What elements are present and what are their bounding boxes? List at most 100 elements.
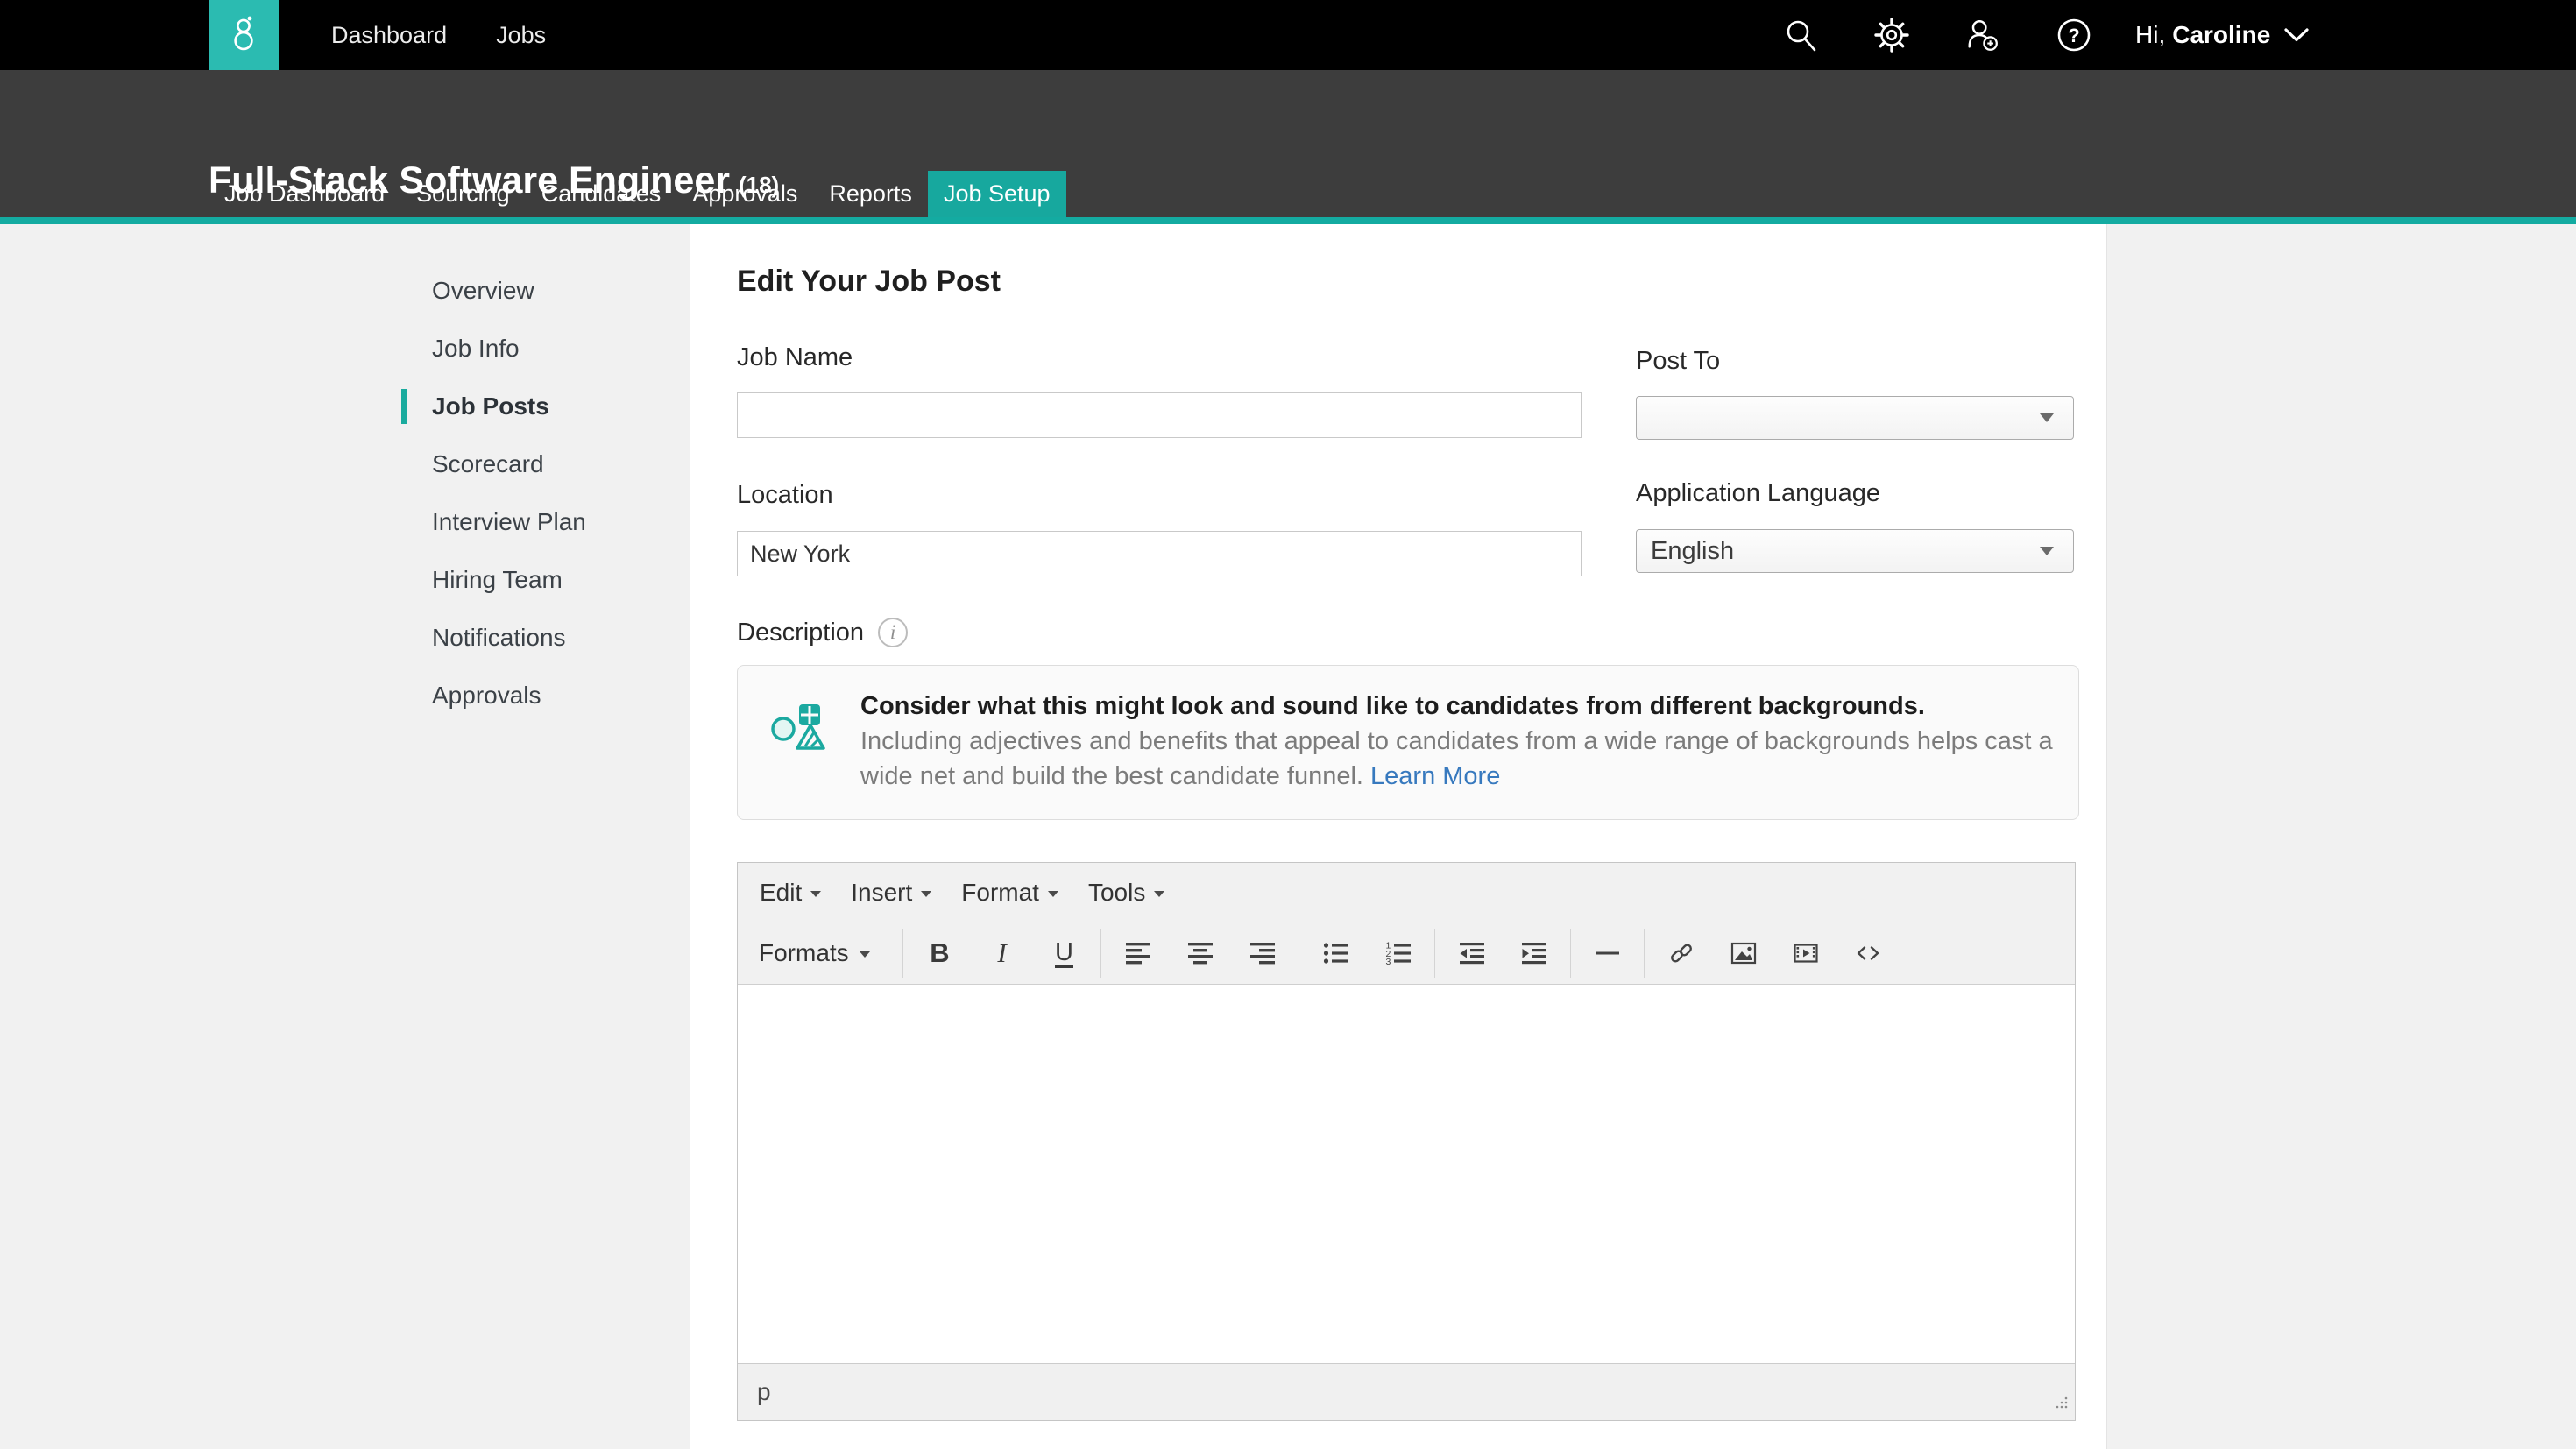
indent-icon (1521, 940, 1547, 966)
media-icon (1793, 940, 1819, 966)
element-path[interactable]: p (738, 1378, 771, 1406)
sidebar-item-job-posts[interactable]: Job Posts (401, 378, 690, 435)
code-button[interactable] (1836, 929, 1899, 978)
job-tabs: Job Dashboard Sourcing Candidates Approv… (209, 171, 1066, 217)
bold-icon: B (930, 937, 949, 969)
top-nav-links: Dashboard Jobs (331, 0, 546, 70)
tip-text: Consider what this might look and sound … (860, 689, 2061, 794)
inclusion-tip-box: Consider what this might look and sound … (737, 665, 2079, 820)
dropdown-caret-icon (2040, 547, 2054, 555)
settings-gear-icon[interactable] (1872, 16, 1911, 54)
location-label: Location (737, 481, 833, 510)
page-content: Overview Job Info Job Posts Scorecard In… (0, 224, 2576, 1449)
top-navigation-bar: Dashboard Jobs (0, 0, 2576, 70)
user-menu[interactable]: Hi, Caroline (2135, 0, 2309, 70)
sidebar-item-approvals[interactable]: Approvals (401, 667, 690, 724)
editor-statusbar: p (738, 1363, 2075, 1420)
code-icon (1855, 940, 1881, 966)
main-panel: Edit Your Job Post Job Name Post To Loca… (690, 224, 2107, 1449)
help-icon[interactable]: ? (2055, 16, 2093, 54)
link-button[interactable] (1650, 929, 1712, 978)
post-to-select[interactable] (1636, 396, 2074, 440)
toolbar-separator (1434, 929, 1435, 978)
learn-more-link[interactable]: Learn More (1370, 762, 1500, 790)
post-to-label: Post To (1636, 347, 1720, 376)
location-input[interactable] (737, 531, 1582, 576)
bullet-list-button[interactable] (1305, 929, 1367, 978)
horizontal-rule-button[interactable] (1576, 929, 1638, 978)
svg-text:?: ? (2068, 25, 2079, 46)
add-user-icon[interactable] (1964, 16, 2002, 54)
editor-content-area[interactable] (738, 985, 2075, 1363)
accent-divider (0, 217, 2576, 224)
info-icon[interactable]: i (878, 618, 908, 647)
bold-button[interactable]: B (909, 929, 971, 978)
app-root: Dashboard Jobs (0, 0, 2576, 1449)
tab-reports[interactable]: Reports (813, 171, 928, 217)
greenhouse-g-icon (223, 12, 265, 59)
menu-caret-icon (1048, 891, 1058, 897)
underline-icon: U (1055, 939, 1073, 968)
italic-button[interactable]: I (971, 929, 1033, 978)
bullet-list-icon (1323, 940, 1349, 966)
dropdown-caret-icon (2040, 413, 2054, 422)
job-name-label: Job Name (737, 343, 853, 372)
menu-edit[interactable]: Edit (745, 879, 836, 907)
description-row: Description i (737, 618, 908, 647)
menu-format[interactable]: Format (946, 879, 1073, 907)
link-icon (1668, 940, 1695, 966)
description-editor: Edit Insert Format Tools Formats B I U (737, 862, 2076, 1421)
menu-tools[interactable]: Tools (1073, 879, 1179, 907)
menu-caret-icon (860, 951, 870, 958)
sidebar-item-hiring-team[interactable]: Hiring Team (401, 551, 690, 609)
menu-caret-icon (1154, 891, 1164, 897)
menu-caret-icon (921, 891, 931, 897)
toolbar-separator (1570, 929, 1571, 978)
job-name-input[interactable] (737, 392, 1582, 438)
description-label: Description (737, 618, 864, 647)
image-button[interactable] (1712, 929, 1774, 978)
job-setup-sidebar: Overview Job Info Job Posts Scorecard In… (401, 262, 690, 724)
sidebar-item-job-info[interactable]: Job Info (401, 320, 690, 378)
svg-text:3: 3 (1385, 957, 1391, 966)
align-left-icon (1125, 940, 1151, 966)
greeting-prefix: Hi, (2135, 21, 2165, 49)
nav-jobs[interactable]: Jobs (496, 22, 546, 49)
search-icon[interactable] (1781, 16, 1820, 54)
numbered-list-button[interactable]: 123 (1367, 929, 1429, 978)
user-name: Caroline (2172, 21, 2270, 49)
resize-grip-icon[interactable] (2054, 1395, 2070, 1415)
tab-job-setup[interactable]: Job Setup (928, 171, 1066, 217)
editor-toolbar: Formats B I U (738, 922, 2075, 985)
align-center-icon (1187, 940, 1214, 966)
underline-button[interactable]: U (1033, 929, 1095, 978)
horizontal-rule-icon (1595, 940, 1621, 966)
formats-dropdown[interactable]: Formats (759, 929, 890, 978)
tab-sourcing[interactable]: Sourcing (400, 171, 526, 217)
application-language-label: Application Language (1636, 479, 1880, 508)
align-right-button[interactable] (1231, 929, 1293, 978)
toolbar-separator (1100, 929, 1101, 978)
greenhouse-logo[interactable] (209, 0, 279, 70)
application-language-select[interactable]: English (1636, 529, 2074, 573)
tab-approvals[interactable]: Approvals (676, 171, 813, 217)
sidebar-item-notifications[interactable]: Notifications (401, 609, 690, 667)
sidebar-item-overview[interactable]: Overview (401, 262, 690, 320)
sidebar-item-interview-plan[interactable]: Interview Plan (401, 493, 690, 551)
outdent-button[interactable] (1440, 929, 1503, 978)
nav-dashboard[interactable]: Dashboard (331, 22, 447, 49)
image-icon (1730, 940, 1757, 966)
menu-insert[interactable]: Insert (836, 879, 946, 907)
diversity-shapes-icon (769, 699, 832, 767)
align-center-button[interactable] (1169, 929, 1231, 978)
indent-button[interactable] (1503, 929, 1565, 978)
editor-menubar: Edit Insert Format Tools (738, 863, 2075, 922)
top-icon-group: ? (1781, 0, 2093, 70)
tab-job-dashboard[interactable]: Job Dashboard (209, 171, 400, 217)
align-left-button[interactable] (1107, 929, 1169, 978)
media-button[interactable] (1774, 929, 1836, 978)
tab-candidates[interactable]: Candidates (526, 171, 677, 217)
sidebar-item-scorecard[interactable]: Scorecard (401, 435, 690, 493)
italic-icon: I (997, 937, 1006, 969)
application-language-value: English (1637, 537, 2040, 566)
